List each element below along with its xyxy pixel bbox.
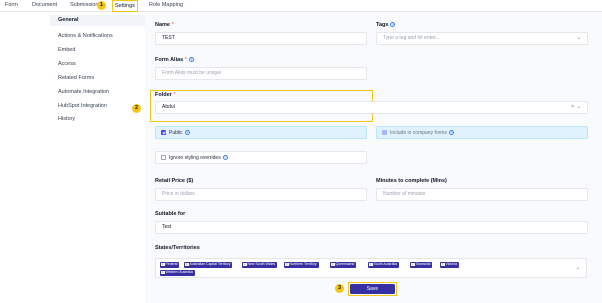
states-multiselect[interactable]: × Federal × Australian Capital Territory ×… bbox=[155, 258, 587, 278]
states-label: States/Territories bbox=[155, 245, 200, 251]
ignore-styling-row[interactable]: Ignore styling overrides? bbox=[155, 151, 367, 164]
state-chip[interactable]: × Victoria bbox=[440, 262, 460, 268]
sidebar-item-hubspot-integration[interactable]: HubSpot Integration bbox=[58, 103, 107, 109]
clear-icon[interactable]: × bbox=[571, 102, 574, 113]
suitable-for-input[interactable]: Test bbox=[155, 221, 588, 234]
public-checkbox-row[interactable]: Public? bbox=[155, 126, 367, 139]
info-icon[interactable]: ? bbox=[188, 57, 194, 63]
minutes-input[interactable]: Number of minutes bbox=[376, 188, 588, 201]
include-company-forms-checkbox[interactable] bbox=[382, 130, 387, 136]
sidebar-item-access[interactable]: Access bbox=[58, 61, 76, 67]
include-company-forms-row[interactable]: Include in company forms? bbox=[376, 126, 588, 139]
public-checkbox[interactable] bbox=[161, 130, 166, 136]
remove-icon[interactable]: × bbox=[243, 262, 247, 267]
state-chip[interactable]: × Federal bbox=[160, 262, 180, 268]
step-badge-1: 1 bbox=[97, 1, 106, 10]
chevron-down-icon[interactable]: ⌄ bbox=[577, 102, 581, 113]
sidebar-item-general[interactable]: General bbox=[50, 15, 145, 26]
tags-label: Tags? bbox=[376, 22, 396, 28]
general-settings-panel: Name * TEST Tags? Type a tag and hit ent… bbox=[145, 12, 602, 303]
form-alias-input[interactable]: Form Alias must be unique bbox=[155, 67, 367, 80]
remove-icon[interactable]: × bbox=[441, 262, 445, 267]
form-alias-label: Form Alias *? bbox=[155, 57, 194, 63]
remove-icon[interactable]: × bbox=[161, 270, 165, 275]
state-chip[interactable]: × Western Australia bbox=[160, 270, 195, 276]
chevron-down-icon[interactable]: ⌄ bbox=[577, 33, 581, 44]
info-icon[interactable]: ? bbox=[222, 155, 228, 161]
remove-icon[interactable]: × bbox=[185, 262, 189, 267]
step-badge-2: 2 bbox=[132, 104, 141, 113]
suitable-for-label: Suitable for bbox=[155, 211, 186, 217]
sidebar-item-actions-notifications[interactable]: Actions & Notifications bbox=[58, 33, 113, 39]
tab-settings[interactable]: Settings bbox=[112, 0, 138, 12]
info-icon[interactable]: ? bbox=[448, 130, 454, 136]
top-nav: Form Document Submissions 1 Settings Rol… bbox=[0, 0, 602, 12]
tab-form[interactable]: Form bbox=[5, 1, 18, 11]
remove-icon[interactable]: × bbox=[331, 262, 335, 267]
state-chip[interactable]: × New South Wales bbox=[242, 262, 278, 268]
minutes-label: Minutes to complete (Mins) bbox=[376, 178, 447, 184]
sidebar-item-related-forms[interactable]: Related Forms bbox=[58, 75, 94, 81]
retail-price-input[interactable]: Price in dollars bbox=[155, 188, 367, 201]
tab-role-mapping[interactable]: Role Mapping bbox=[149, 1, 183, 11]
remove-icon[interactable]: × bbox=[285, 262, 289, 267]
name-label: Name * bbox=[155, 22, 174, 28]
retail-price-label: Retail Price ($) bbox=[155, 178, 194, 184]
state-chip[interactable]: × Tasmania bbox=[410, 262, 433, 268]
remove-icon[interactable]: × bbox=[161, 262, 165, 267]
state-chip[interactable]: × Queensland bbox=[330, 262, 357, 268]
remove-icon[interactable]: × bbox=[411, 262, 415, 267]
ignore-styling-checkbox[interactable] bbox=[161, 155, 166, 161]
remove-icon[interactable]: × bbox=[369, 262, 373, 267]
step-badge-3: 3 bbox=[335, 284, 344, 293]
sidebar-item-embed[interactable]: Embed bbox=[58, 47, 75, 53]
folder-label: Folder * bbox=[155, 92, 176, 98]
chevron-down-icon[interactable]: ⌄ bbox=[576, 265, 580, 271]
info-icon[interactable]: ? bbox=[184, 130, 190, 136]
sidebar-item-history[interactable]: History bbox=[58, 116, 75, 122]
folder-select[interactable]: Abdul × ⌄ bbox=[155, 101, 588, 114]
tags-input[interactable]: Type a tag and hit enter... ⌄ bbox=[376, 32, 588, 45]
tab-document[interactable]: Document bbox=[32, 1, 57, 11]
state-chip[interactable]: × South Australia bbox=[368, 262, 400, 268]
sidebar-item-automate-integration[interactable]: Automate Integration bbox=[58, 89, 109, 95]
info-icon[interactable]: ? bbox=[390, 22, 396, 28]
save-button[interactable]: Save bbox=[350, 284, 395, 294]
state-chip[interactable]: × Northern Territory bbox=[284, 262, 319, 268]
name-input[interactable]: TEST bbox=[155, 32, 367, 45]
state-chip[interactable]: × Australian Capital Territory bbox=[184, 262, 233, 268]
settings-sidebar: General Actions & Notifications Embed Ac… bbox=[0, 12, 145, 303]
